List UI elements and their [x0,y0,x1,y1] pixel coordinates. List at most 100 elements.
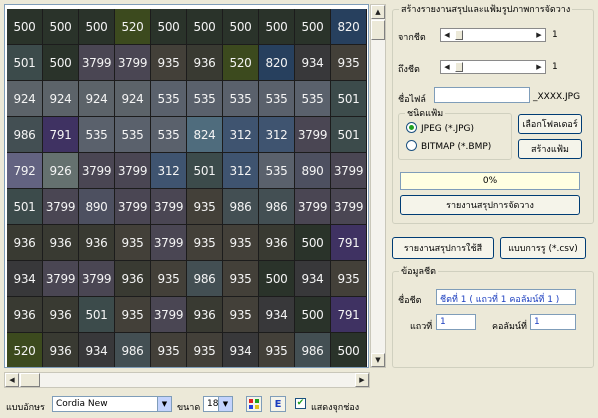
grid-cell[interactable]: 535 [151,117,187,153]
grid-cell[interactable]: 3799 [331,189,367,225]
grid-cell[interactable]: 535 [295,81,331,117]
grid-cell[interactable]: 986 [115,333,151,367]
grid-cell[interactable]: 936 [79,225,115,261]
grid-cell[interactable]: 501 [331,81,367,117]
grid-cell[interactable]: 535 [79,117,115,153]
grid-cell[interactable]: 500 [79,9,115,45]
grid-cell[interactable]: 934 [7,261,43,297]
grid-cell[interactable]: 520 [223,45,259,81]
grid-cell[interactable]: 3799 [43,261,79,297]
slider-right-icon[interactable]: ▶ [534,30,544,40]
grid-cell[interactable]: 936 [43,333,79,367]
grid-cell[interactable]: 935 [187,225,223,261]
grid-cell[interactable]: 791 [331,297,367,333]
grid-cell[interactable]: 501 [7,189,43,225]
chevron-down-icon[interactable]: ▼ [157,397,171,411]
grid-cell[interactable]: 3799 [115,45,151,81]
grid-cell[interactable]: 792 [7,153,43,189]
grid-cell[interactable]: 924 [43,81,79,117]
grid-cell[interactable]: 936 [187,297,223,333]
grid-cell[interactable]: 500 [259,9,295,45]
slider-left-icon[interactable]: ◀ [442,30,452,40]
grid-cell[interactable]: 935 [151,45,187,81]
grid-cell[interactable]: 935 [115,225,151,261]
horizontal-scrollbar[interactable]: ◀ ▶ [4,372,370,388]
layout-summary-button[interactable]: รายงานสรุปการจัดวาง [400,195,580,215]
grid-cell[interactable]: 934 [295,45,331,81]
grid-cell[interactable]: 501 [187,153,223,189]
horizontal-scroll-thumb[interactable] [20,373,40,387]
csv-format-button[interactable]: แบบการรู (*.csv) [500,237,586,259]
grid-cell[interactable]: 3799 [79,153,115,189]
grid-cell[interactable]: 520 [115,9,151,45]
grid-cell[interactable]: 3799 [79,45,115,81]
scroll-up-icon[interactable]: ▲ [371,5,385,19]
grid-cell[interactable]: 986 [223,189,259,225]
slider-right-icon[interactable]: ▶ [534,62,544,72]
grid-cell[interactable]: 3799 [151,189,187,225]
grid-cell[interactable]: 535 [259,153,295,189]
grid-cell[interactable]: 890 [295,153,331,189]
grid-cell[interactable]: 312 [223,117,259,153]
to-sheet-slider[interactable]: ◀ ▶ [440,60,546,74]
grid-cell[interactable]: 924 [7,81,43,117]
grid-cell[interactable]: 936 [7,225,43,261]
slider-thumb[interactable] [455,30,463,40]
grid-cell[interactable]: 791 [331,225,367,261]
grid-cell[interactable]: 890 [79,189,115,225]
grid-cell[interactable]: 820 [259,45,295,81]
grid-cell[interactable]: 934 [295,261,331,297]
grid-cell[interactable]: 936 [43,225,79,261]
grid-cell[interactable]: 535 [151,81,187,117]
grid-cell[interactable]: 926 [43,153,79,189]
grid-cell[interactable]: 935 [151,333,187,367]
show-grid-checkbox[interactable]: ✔ [295,398,306,409]
filename-input[interactable] [434,87,530,103]
vertical-scroll-thumb[interactable] [371,20,385,40]
grid-cell[interactable]: 312 [259,117,295,153]
grid-cell[interactable]: 936 [43,297,79,333]
grid-cell[interactable]: 312 [223,153,259,189]
grid-cell[interactable]: 500 [331,333,367,367]
grid-cell[interactable]: 500 [295,297,331,333]
grid-cell[interactable]: 535 [115,117,151,153]
grid-cell[interactable]: 935 [223,297,259,333]
grid-cell[interactable]: 3799 [151,225,187,261]
grid-cell[interactable]: 3799 [79,261,115,297]
chevron-down-icon[interactable]: ▼ [218,397,232,411]
grid-cell[interactable]: 3799 [115,189,151,225]
grid-cell[interactable]: 500 [259,261,295,297]
grid-cell[interactable]: 986 [259,189,295,225]
palette-icon[interactable] [246,396,262,412]
e-format-icon[interactable]: E [270,396,286,412]
grid-cell[interactable]: 500 [43,45,79,81]
grid-cell[interactable]: 924 [79,81,115,117]
grid-cell[interactable]: 500 [151,9,187,45]
grid-cell[interactable]: 501 [79,297,115,333]
grid-cell[interactable]: 935 [187,333,223,367]
grid-cell[interactable]: 824 [187,117,223,153]
grid-cell[interactable]: 986 [187,261,223,297]
size-select[interactable]: 18 ▼ [203,396,233,412]
font-select[interactable]: Cordia New ▼ [52,396,172,412]
grid-cell[interactable]: 936 [7,297,43,333]
grid-cell[interactable]: 500 [187,9,223,45]
grid-cell[interactable]: 500 [295,225,331,261]
grid-cell[interactable]: 935 [331,45,367,81]
grid-cell[interactable]: 935 [331,261,367,297]
grid-cell[interactable]: 935 [115,297,151,333]
grid-cell[interactable]: 500 [43,9,79,45]
grid-cell[interactable]: 820 [331,9,367,45]
grid-cell[interactable]: 520 [7,333,43,367]
create-file-button[interactable]: สร้างแฟ้ม [518,139,582,159]
grid-cell[interactable]: 535 [223,81,259,117]
grid-cell[interactable]: 986 [295,333,331,367]
grid-cell[interactable]: 501 [331,117,367,153]
vertical-scrollbar[interactable]: ▲ ▼ [370,4,386,368]
slider-thumb[interactable] [455,62,463,72]
from-sheet-slider[interactable]: ◀ ▶ [440,28,546,42]
grid-cell[interactable]: 312 [151,153,187,189]
scroll-right-icon[interactable]: ▶ [355,373,369,387]
grid-cell[interactable]: 934 [223,333,259,367]
grid-cell[interactable]: 935 [151,261,187,297]
